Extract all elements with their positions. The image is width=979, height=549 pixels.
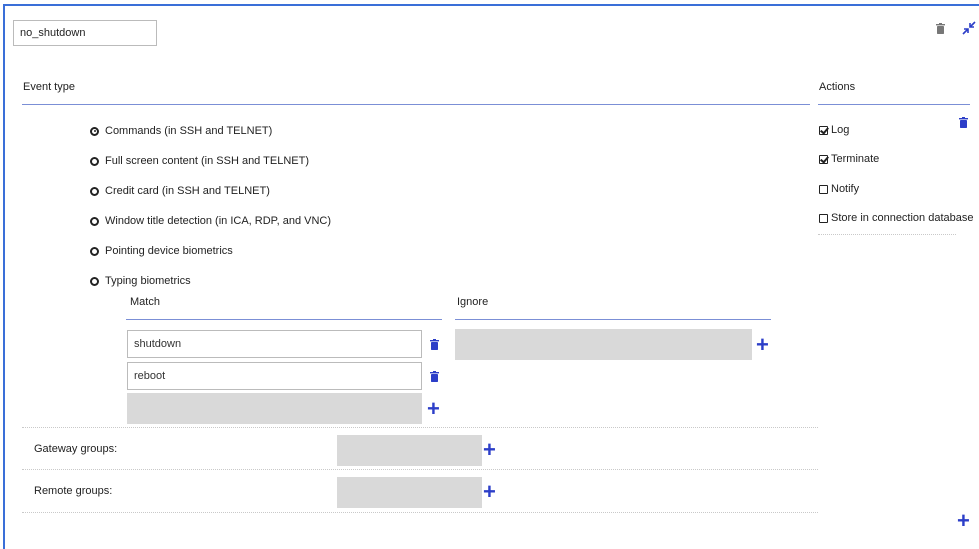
match-entry-input[interactable] — [127, 362, 422, 390]
trash-icon — [429, 370, 439, 382]
action-label: Terminate — [831, 153, 880, 165]
delete-match-button[interactable] — [428, 369, 440, 383]
add-ignore-button[interactable]: + — [756, 334, 769, 356]
trash-icon — [935, 22, 945, 34]
section-divider — [22, 427, 818, 428]
gateway-groups-input[interactable] — [337, 435, 482, 466]
action-store-db[interactable]: Store in connection database — [819, 210, 974, 226]
ignore-heading: Ignore — [457, 296, 489, 308]
checkbox-notify[interactable] — [819, 184, 828, 194]
event-option-label: Full screen content (in SSH and TELNET) — [105, 155, 309, 167]
plus-icon: + — [483, 437, 496, 462]
match-entry-input[interactable] — [127, 330, 422, 358]
radio-full-screen[interactable] — [90, 156, 99, 166]
event-type-heading: Event type — [23, 81, 75, 93]
remote-groups-input[interactable] — [337, 477, 482, 508]
event-option-window-title[interactable]: Window title detection (in ICA, RDP, and… — [90, 213, 331, 229]
radio-commands[interactable] — [90, 126, 99, 136]
match-heading: Match — [130, 296, 160, 308]
collapse-arrows-icon — [962, 21, 976, 35]
delete-action-button[interactable] — [957, 115, 969, 129]
event-option-label: Pointing device biometrics — [105, 245, 233, 257]
checkbox-terminate[interactable] — [819, 154, 828, 164]
radio-credit-card[interactable] — [90, 186, 99, 196]
plus-icon: + — [756, 332, 769, 357]
event-option-full-screen[interactable]: Full screen content (in SSH and TELNET) — [90, 153, 309, 169]
trash-icon — [958, 116, 968, 128]
event-option-label: Credit card (in SSH and TELNET) — [105, 185, 270, 197]
action-label: Notify — [831, 183, 860, 195]
event-option-label: Typing biometrics — [105, 275, 191, 287]
new-match-input[interactable] — [127, 393, 422, 424]
add-rule-button[interactable]: + — [957, 510, 970, 532]
actions-divider — [818, 104, 970, 105]
section-divider — [22, 469, 818, 470]
actions-bottom-divider — [818, 234, 956, 235]
event-option-typing[interactable]: Typing biometrics — [90, 273, 191, 289]
action-label: Store in connection database — [831, 212, 974, 224]
radio-pointing-device[interactable] — [90, 246, 99, 256]
action-notify[interactable]: Notify — [819, 181, 859, 197]
collapse-button[interactable] — [961, 20, 977, 36]
section-divider — [22, 512, 818, 513]
gateway-groups-label: Gateway groups: — [34, 443, 118, 455]
ignore-divider — [455, 319, 771, 320]
remote-groups-label: Remote groups: — [34, 485, 113, 497]
event-option-pointing-device[interactable]: Pointing device biometrics — [90, 243, 233, 259]
plus-icon: + — [957, 508, 970, 533]
action-label: Log — [831, 124, 850, 136]
actions-heading: Actions — [819, 81, 856, 93]
add-gateway-group-button[interactable]: + — [483, 439, 496, 461]
event-type-divider — [22, 104, 810, 105]
add-remote-group-button[interactable]: + — [483, 481, 496, 503]
radio-window-title[interactable] — [90, 216, 99, 226]
plus-icon: + — [427, 396, 440, 421]
event-option-commands[interactable]: Commands (in SSH and TELNET) — [90, 123, 272, 139]
action-terminate[interactable]: Terminate — [819, 151, 879, 167]
new-ignore-input[interactable] — [455, 329, 752, 360]
action-log[interactable]: Log — [819, 122, 849, 138]
radio-typing[interactable] — [90, 276, 99, 286]
event-option-credit-card[interactable]: Credit card (in SSH and TELNET) — [90, 183, 270, 199]
match-divider — [126, 319, 442, 320]
add-match-button[interactable]: + — [427, 398, 440, 420]
checkbox-log[interactable] — [819, 125, 828, 135]
event-option-label: Window title detection (in ICA, RDP, and… — [105, 215, 331, 227]
plus-icon: + — [483, 479, 496, 504]
delete-policy-button[interactable] — [934, 21, 946, 35]
checkbox-store-db[interactable] — [819, 213, 828, 223]
event-option-label: Commands (in SSH and TELNET) — [105, 125, 273, 137]
trash-icon — [429, 338, 439, 350]
delete-match-button[interactable] — [428, 337, 440, 351]
policy-name-input[interactable] — [13, 20, 157, 46]
